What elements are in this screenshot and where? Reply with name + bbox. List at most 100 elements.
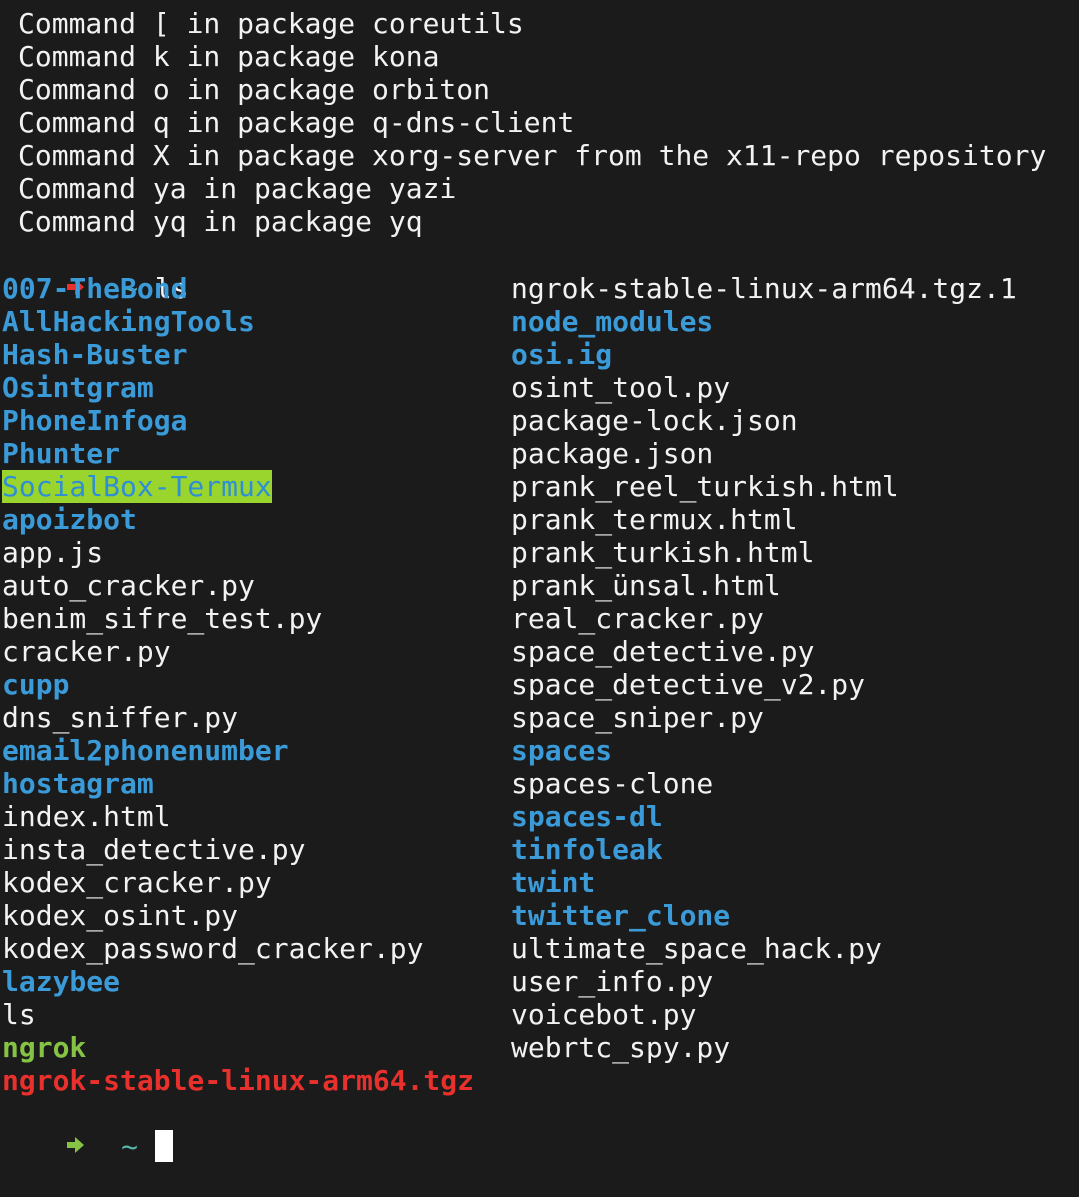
- list-item: package.json: [511, 437, 1017, 470]
- list-item: twint: [511, 866, 1017, 899]
- list-item: prank_termux.html: [511, 503, 1017, 536]
- list-item: auto_cracker.py: [2, 569, 474, 602]
- list-item: Phunter: [2, 437, 474, 470]
- text-cursor[interactable]: [154, 1130, 173, 1162]
- list-item: ultimate_space_hack.py: [511, 932, 1017, 965]
- file-name: kodex_osint.py: [2, 899, 239, 932]
- file-name: osint_tool.py: [511, 371, 731, 404]
- file-name: 007-TheBond: [2, 272, 188, 305]
- list-item: ngrok-stable-linux-arm64.tgz: [2, 1064, 474, 1097]
- list-item: spaces: [511, 734, 1017, 767]
- list-item: insta_detective.py: [2, 833, 474, 866]
- list-item: kodex_osint.py: [2, 899, 474, 932]
- command-suggestion-line: Command [ in package coreutils: [18, 7, 524, 40]
- command-suggestion-line: Command k in package kona: [18, 40, 440, 73]
- command-suggestion-line: Command q in package q-dns-client: [18, 106, 575, 139]
- list-item: osi.ig: [511, 338, 1017, 371]
- list-item: email2phonenumber: [2, 734, 474, 767]
- list-item: lazybee: [2, 965, 474, 998]
- file-name: ngrok-stable-linux-arm64.tgz.1: [511, 272, 1017, 305]
- file-name: insta_detective.py: [2, 833, 306, 866]
- list-item: space_detective_v2.py: [511, 668, 1017, 701]
- list-item: spaces-clone: [511, 767, 1017, 800]
- file-name: Osintgram: [2, 371, 154, 404]
- file-name: Phunter: [2, 437, 121, 470]
- list-item: cupp: [2, 668, 474, 701]
- file-name: auto_cracker.py: [2, 569, 255, 602]
- list-item: apoizbot: [2, 503, 474, 536]
- file-name: space_detective_v2.py: [511, 668, 866, 701]
- file-name: ls: [2, 998, 36, 1031]
- list-item: Osintgram: [2, 371, 474, 404]
- file-name: node_modules: [511, 305, 714, 338]
- file-name: twitter_clone: [511, 899, 731, 932]
- list-item: package-lock.json: [511, 404, 1017, 437]
- list-item: PhoneInfoga: [2, 404, 474, 437]
- command-suggestion-line: Command yq in package yq: [18, 205, 423, 238]
- file-name: kodex_cracker.py: [2, 866, 272, 899]
- list-item: cracker.py: [2, 635, 474, 668]
- list-item: ngrok-stable-linux-arm64.tgz.1: [511, 272, 1017, 305]
- list-item: kodex_password_cracker.py: [2, 932, 474, 965]
- list-item: index.html: [2, 800, 474, 833]
- terminal-window[interactable]: Command [ in package coreutils Command k…: [0, 0, 1079, 1163]
- file-name: PhoneInfoga: [2, 404, 188, 437]
- list-item: prank_reel_turkish.html: [511, 470, 1017, 503]
- file-name: hostagram: [2, 767, 154, 800]
- list-item: user_info.py: [511, 965, 1017, 998]
- file-name: space_sniper.py: [511, 701, 764, 734]
- file-name: Hash-Buster: [2, 338, 188, 371]
- file-name: prank_termux.html: [511, 503, 798, 536]
- file-name: voicebot.py: [511, 998, 697, 1031]
- arrow-right-icon: [67, 1130, 87, 1163]
- file-name: osi.ig: [511, 338, 613, 371]
- list-item: osint_tool.py: [511, 371, 1017, 404]
- list-item: app.js: [2, 536, 474, 569]
- list-item: hostagram: [2, 767, 474, 800]
- list-item: kodex_cracker.py: [2, 866, 474, 899]
- file-name: index.html: [2, 800, 171, 833]
- file-name: cupp: [2, 668, 70, 701]
- file-name: space_detective.py: [511, 635, 815, 668]
- prompt-line: ~: [0, 1097, 173, 1163]
- file-name: spaces: [511, 734, 613, 767]
- file-name: benim_sifre_test.py: [2, 602, 323, 635]
- file-name: app.js: [2, 536, 104, 569]
- list-item: prank_ünsal.html: [511, 569, 1017, 602]
- file-name: real_cracker.py: [511, 602, 764, 635]
- list-item: SocialBox-Termux: [2, 470, 474, 503]
- list-item: node_modules: [511, 305, 1017, 338]
- file-name: webrtc_spy.py: [511, 1031, 731, 1064]
- list-item: space_detective.py: [511, 635, 1017, 668]
- file-name: email2phonenumber: [2, 734, 289, 767]
- list-item: ngrok: [2, 1031, 474, 1064]
- ls-column-right: ngrok-stable-linux-arm64.tgz.1 node_modul…: [511, 272, 1017, 1064]
- command-suggestion-line: Command X in package xorg-server from th…: [18, 139, 1047, 172]
- list-item: webrtc_spy.py: [511, 1031, 1017, 1064]
- list-item: 007-TheBond: [2, 272, 474, 305]
- list-item: ls: [2, 998, 474, 1031]
- file-name: prank_reel_turkish.html: [511, 470, 899, 503]
- file-name: ngrok: [2, 1031, 87, 1064]
- file-name: user_info.py: [511, 965, 714, 998]
- list-item: benim_sifre_test.py: [2, 602, 474, 635]
- file-name: kodex_password_cracker.py: [2, 932, 424, 965]
- list-item: voicebot.py: [511, 998, 1017, 1031]
- file-name: AllHackingTools: [2, 305, 255, 338]
- file-name: lazybee: [2, 965, 121, 998]
- file-name: cracker.py: [2, 635, 171, 668]
- file-name: ngrok-stable-linux-arm64.tgz: [2, 1064, 475, 1097]
- file-name: package.json: [511, 437, 714, 470]
- list-item: Hash-Buster: [2, 338, 474, 371]
- list-item: AllHackingTools: [2, 305, 474, 338]
- list-item: prank_turkish.html: [511, 536, 1017, 569]
- list-item: spaces-dl: [511, 800, 1017, 833]
- file-name: spaces-dl: [511, 800, 663, 833]
- file-name: ultimate_space_hack.py: [511, 932, 882, 965]
- file-name: prank_turkish.html: [511, 536, 815, 569]
- file-name: SocialBox-Termux: [2, 470, 272, 503]
- file-name: twint: [511, 866, 596, 899]
- command-suggestion-line: Command o in package orbiton: [18, 73, 491, 106]
- cwd-tilde: ~: [121, 1130, 139, 1163]
- file-name: spaces-clone: [511, 767, 714, 800]
